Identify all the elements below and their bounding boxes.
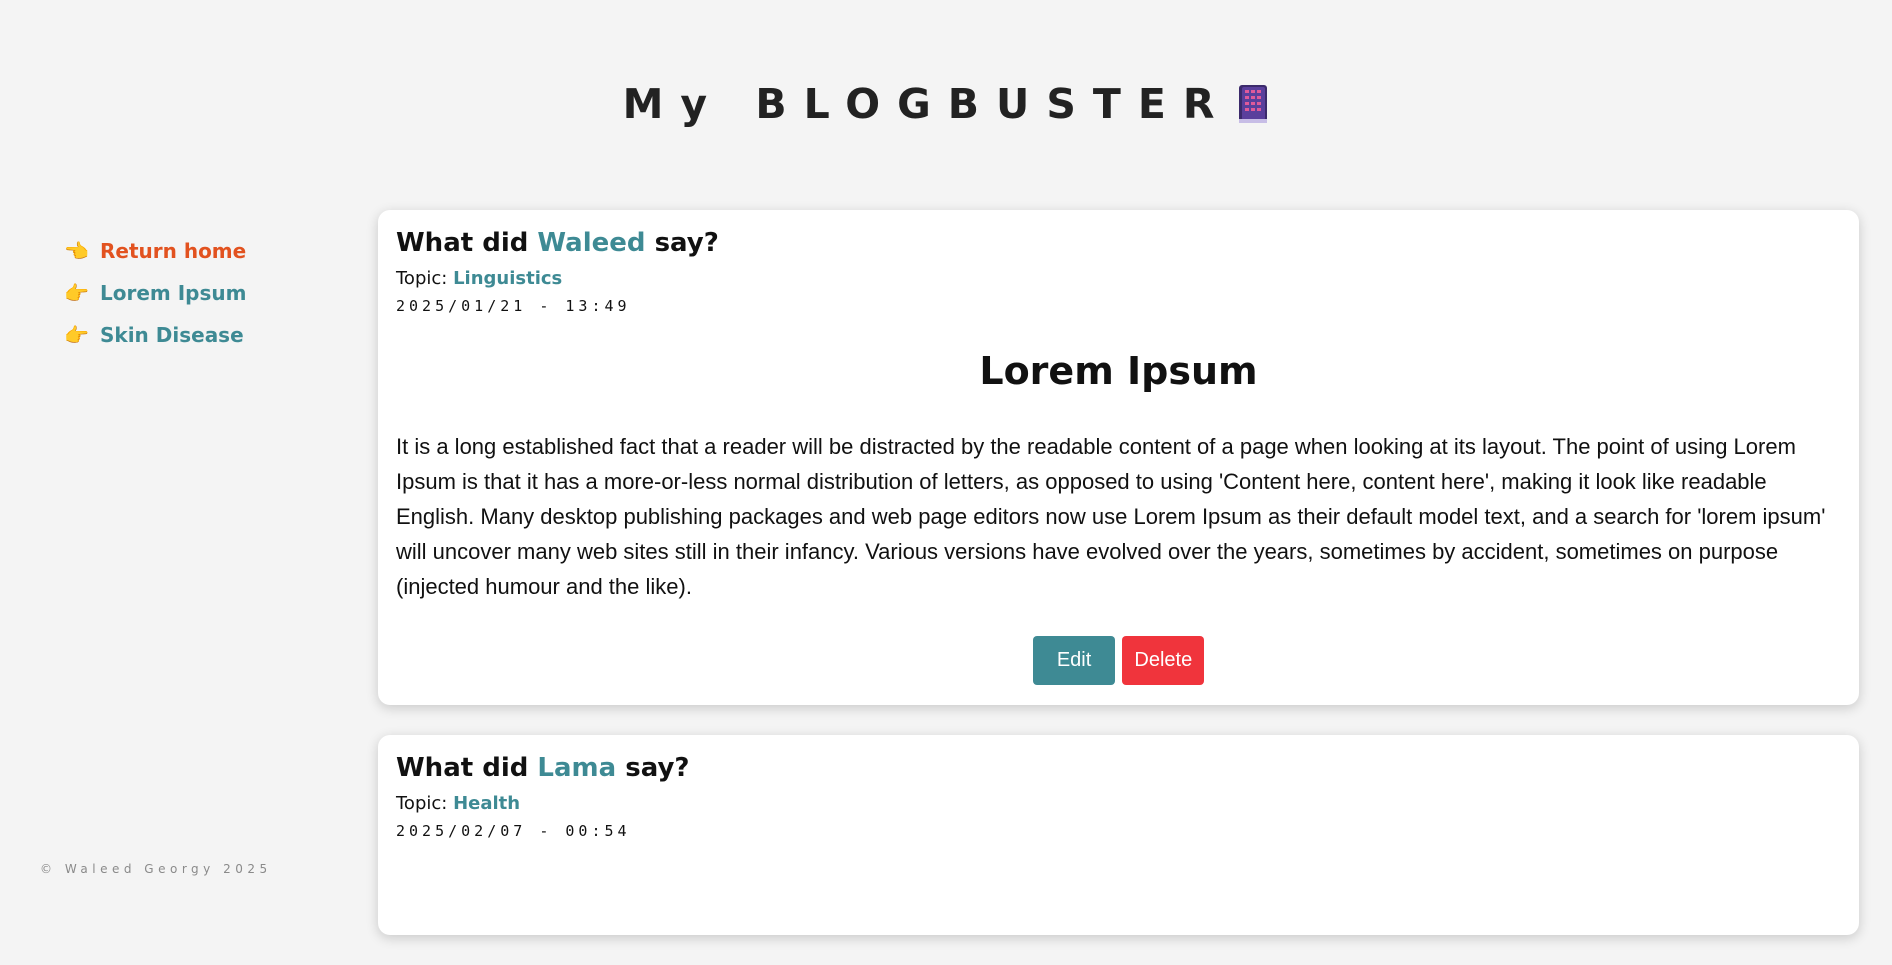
notebook-icon [1237,84,1269,124]
edit-button[interactable]: Edit [1032,636,1116,685]
heading-suffix: say? [654,228,719,258]
post-actions: Edit Delete [396,636,1841,685]
sidebar-item-skin-disease[interactable]: 👉 Skin Disease [64,314,344,356]
sidebar-item-label: Return home [100,239,247,263]
post-timestamp: 2025/02/07 - 00:54 [396,822,631,840]
sidebar-item-return-home[interactable]: 👈 Return home [64,230,344,272]
pointing-right-hand-icon: 👉 [64,323,89,347]
post-card: What did Lama say? Topic: Health 2025/02… [378,735,1859,935]
footer-copyright: © Waleed Georgy 2025 [40,862,272,876]
posts-list: What did Waleed say? Topic: Linguistics … [378,210,1859,965]
sidebar-item-label: Lorem Ipsum [100,281,247,305]
sidebar-item-label: Skin Disease [100,323,244,347]
heading-suffix: say? [625,753,690,783]
topic-label: Topic: [396,793,448,814]
site-title-text: My BLOGBUSTER [622,80,1232,128]
post-author: Waleed [537,228,646,258]
post-title: Lorem Ipsum [979,349,1258,393]
post-author: Lama [537,753,617,783]
post-timestamp: 2025/01/21 - 13:49 [396,297,631,315]
post-heading: What did Lama say? [396,753,1841,783]
post-heading: What did Waleed say? [396,228,1841,258]
post-topic-line: Topic: Linguistics [396,268,1841,289]
heading-prefix: What did [396,228,529,258]
topic-label: Topic: [396,268,448,289]
sidebar-nav: 👈 Return home 👉 Lorem Ipsum 👉 Skin Disea… [64,230,344,356]
post-topic-line: Topic: Health [396,793,1841,814]
heading-prefix: What did [396,753,529,783]
post-card: What did Waleed say? Topic: Linguistics … [378,210,1859,705]
site-title: My BLOGBUSTER [0,80,1892,128]
pointing-left-hand-icon: 👈 [64,239,89,263]
delete-button[interactable]: Delete [1122,636,1205,685]
pointing-right-hand-icon: 👉 [64,281,89,305]
post-topic: Linguistics [453,268,563,289]
post-body: It is a long established fact that a rea… [396,434,1826,599]
sidebar-item-lorem-ipsum[interactable]: 👉 Lorem Ipsum [64,272,344,314]
post-topic: Health [453,793,521,814]
